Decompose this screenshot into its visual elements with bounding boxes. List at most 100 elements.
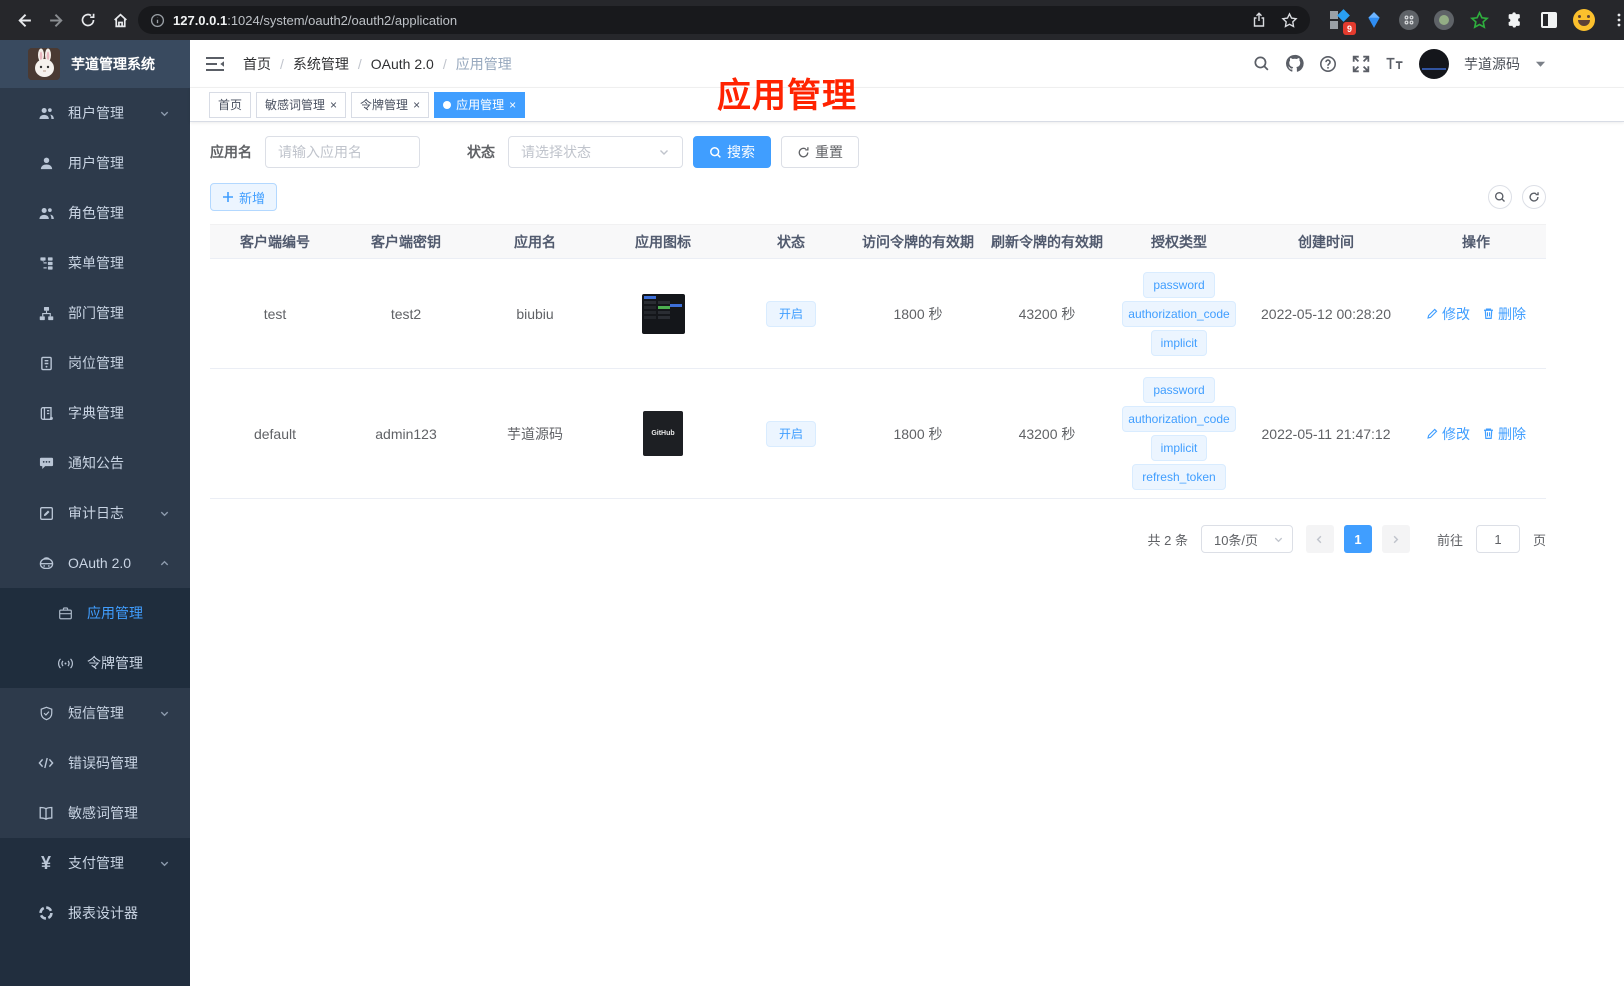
- status-select[interactable]: 请选择状态: [508, 136, 683, 168]
- help-icon[interactable]: [1319, 55, 1337, 73]
- sidebar-item-tenant[interactable]: 租户管理: [0, 88, 190, 138]
- sidebar-item-oauth[interactable]: OAuth 2.0: [0, 538, 190, 588]
- site-info-icon[interactable]: [150, 13, 165, 28]
- grant-type-tags: password authorization_code implicit ref…: [1112, 377, 1246, 490]
- sidebar-item-dept[interactable]: 部门管理: [0, 288, 190, 338]
- extensions-puzzle-icon[interactable]: [1503, 9, 1525, 31]
- user-avatar[interactable]: [1419, 48, 1449, 79]
- search-icon: [710, 146, 721, 158]
- address-bar[interactable]: 127.0.0.1:1024/system/oauth2/oauth2/appl…: [138, 6, 1310, 34]
- goto-page-input[interactable]: [1475, 525, 1520, 553]
- breadcrumb-oauth[interactable]: OAuth 2.0: [371, 56, 434, 72]
- next-page-button[interactable]: [1381, 525, 1410, 553]
- status-toggle-tag[interactable]: 开启: [765, 420, 816, 447]
- navbar-actions: 芋道源码: [1253, 48, 1546, 79]
- breadcrumb: 首页 / 系统管理 / OAuth 2.0 / 应用管理: [243, 54, 512, 74]
- sidebar-item-label: 报表设计器: [68, 905, 138, 921]
- grant-tag: password: [1143, 377, 1215, 403]
- sidebar-item-pay[interactable]: ¥ 支付管理: [0, 838, 190, 888]
- chevron-down-icon: [159, 708, 170, 719]
- sidebar-item-post[interactable]: 岗位管理: [0, 338, 190, 388]
- chevron-down-icon: [660, 150, 668, 155]
- browser-forward-button[interactable]: [42, 6, 70, 34]
- delete-link[interactable]: 删除: [1482, 304, 1526, 324]
- delete-link[interactable]: 删除: [1482, 424, 1526, 444]
- extensions-row: 9: [1328, 9, 1624, 35]
- github-icon[interactable]: [1285, 54, 1304, 73]
- sidebar-item-label: 审计日志: [68, 505, 124, 521]
- page-size-select[interactable]: 10条/页: [1200, 525, 1293, 553]
- sidebar-item-menu[interactable]: 菜单管理: [0, 238, 190, 288]
- star-extension-icon[interactable]: [1468, 9, 1490, 31]
- sidebar-item-role[interactable]: 角色管理: [0, 188, 190, 238]
- sidebar-item-notice[interactable]: 通知公告: [0, 438, 190, 488]
- sidebar-item-sms[interactable]: 短信管理: [0, 688, 190, 738]
- cell-access-ttl: 1800 秒: [854, 258, 982, 369]
- robot-icon: [37, 555, 55, 571]
- browser-home-button[interactable]: [106, 6, 134, 34]
- notebook-icon: [37, 405, 55, 421]
- col-access-ttl: 访问令牌的有效期: [854, 224, 982, 259]
- table-row: default admin123 芋道源码 GitHub 开启 1800 秒 4…: [210, 368, 1546, 499]
- share-icon[interactable]: [1251, 11, 1267, 29]
- browser-back-button[interactable]: [10, 6, 38, 34]
- status-toggle-tag[interactable]: 开启: [765, 300, 816, 327]
- breadcrumb-system[interactable]: 系统管理: [293, 54, 349, 74]
- app-name-input[interactable]: [265, 136, 420, 168]
- sidebar-item-sensitive-word[interactable]: 敏感词管理: [0, 788, 190, 838]
- cell-client-id: test: [210, 258, 340, 369]
- command-extension-icon[interactable]: [1398, 9, 1420, 31]
- record-extension-icon[interactable]: [1433, 9, 1455, 31]
- fullscreen-icon[interactable]: [1352, 55, 1370, 73]
- tab-application[interactable]: 应用管理 ×: [434, 91, 526, 118]
- app-icon-thumbnail: [641, 293, 685, 334]
- cell-app-name: biubiu: [472, 258, 598, 369]
- reset-button[interactable]: 重置: [781, 136, 859, 168]
- extension-grid-icon[interactable]: 9: [1328, 9, 1356, 35]
- caret-down-icon[interactable]: [1535, 60, 1546, 68]
- search-button[interactable]: 搜索: [693, 136, 771, 168]
- browser-reload-button[interactable]: [74, 6, 102, 34]
- breadcrumb-current: 应用管理: [455, 55, 512, 72]
- gem-extension-icon[interactable]: [1363, 9, 1385, 31]
- url-text: 127.0.0.1:1024/system/oauth2/oauth2/appl…: [173, 12, 458, 28]
- close-icon[interactable]: ×: [330, 99, 337, 111]
- browser-menu-icon[interactable]: [1608, 9, 1624, 31]
- split-view-icon[interactable]: [1538, 9, 1560, 31]
- prev-page-button[interactable]: [1305, 525, 1334, 553]
- tab-home[interactable]: 首页: [209, 91, 252, 118]
- sidebar: 芋道管理系统 租户管理 用户管理 角色管理 菜单管理 部门管理 岗位管理 字典管…: [0, 40, 190, 986]
- profile-emoji-icon[interactable]: [1573, 9, 1595, 31]
- sidebar-item-label: 用户管理: [68, 155, 124, 171]
- open-book-icon: [37, 805, 55, 821]
- add-button[interactable]: 新增: [210, 183, 278, 211]
- refresh-table-button[interactable]: [1522, 185, 1546, 209]
- sidebar-item-user[interactable]: 用户管理: [0, 138, 190, 188]
- toggle-search-button[interactable]: [1488, 185, 1512, 209]
- logo-rabbit-avatar: [28, 48, 60, 80]
- col-refresh-ttl: 刷新令牌的有效期: [982, 224, 1112, 259]
- sidebar-item-report-designer[interactable]: 报表设计器: [0, 888, 190, 938]
- sidebar-item-dict[interactable]: 字典管理: [0, 388, 190, 438]
- sidebar-item-oauth-application[interactable]: 应用管理: [0, 588, 190, 638]
- edit-link[interactable]: 修改: [1426, 424, 1470, 444]
- search-icon[interactable]: [1253, 55, 1270, 72]
- font-size-icon[interactable]: [1385, 55, 1404, 72]
- close-icon[interactable]: ×: [509, 99, 516, 111]
- cell-client-secret: admin123: [340, 368, 472, 499]
- sidebar-item-oauth-token[interactable]: 令牌管理: [0, 638, 190, 688]
- breadcrumb-home[interactable]: 首页: [243, 54, 271, 74]
- bookmark-star-icon[interactable]: [1281, 11, 1298, 29]
- edit-link[interactable]: 修改: [1426, 304, 1470, 324]
- username[interactable]: 芋道源码: [1464, 54, 1520, 74]
- code-icon: [37, 755, 55, 771]
- current-page-button[interactable]: 1: [1343, 525, 1372, 553]
- sidebar-item-audit-log[interactable]: 审计日志: [0, 488, 190, 538]
- plus-icon: [223, 192, 233, 202]
- tab-sensitive-word[interactable]: 敏感词管理 ×: [256, 91, 347, 118]
- collapse-sidebar-icon[interactable]: [205, 54, 227, 74]
- close-icon[interactable]: ×: [413, 99, 420, 111]
- sidebar-item-errcode[interactable]: 错误码管理: [0, 738, 190, 788]
- cell-app-name: 芋道源码: [472, 368, 598, 499]
- tab-token[interactable]: 令牌管理 ×: [351, 91, 430, 118]
